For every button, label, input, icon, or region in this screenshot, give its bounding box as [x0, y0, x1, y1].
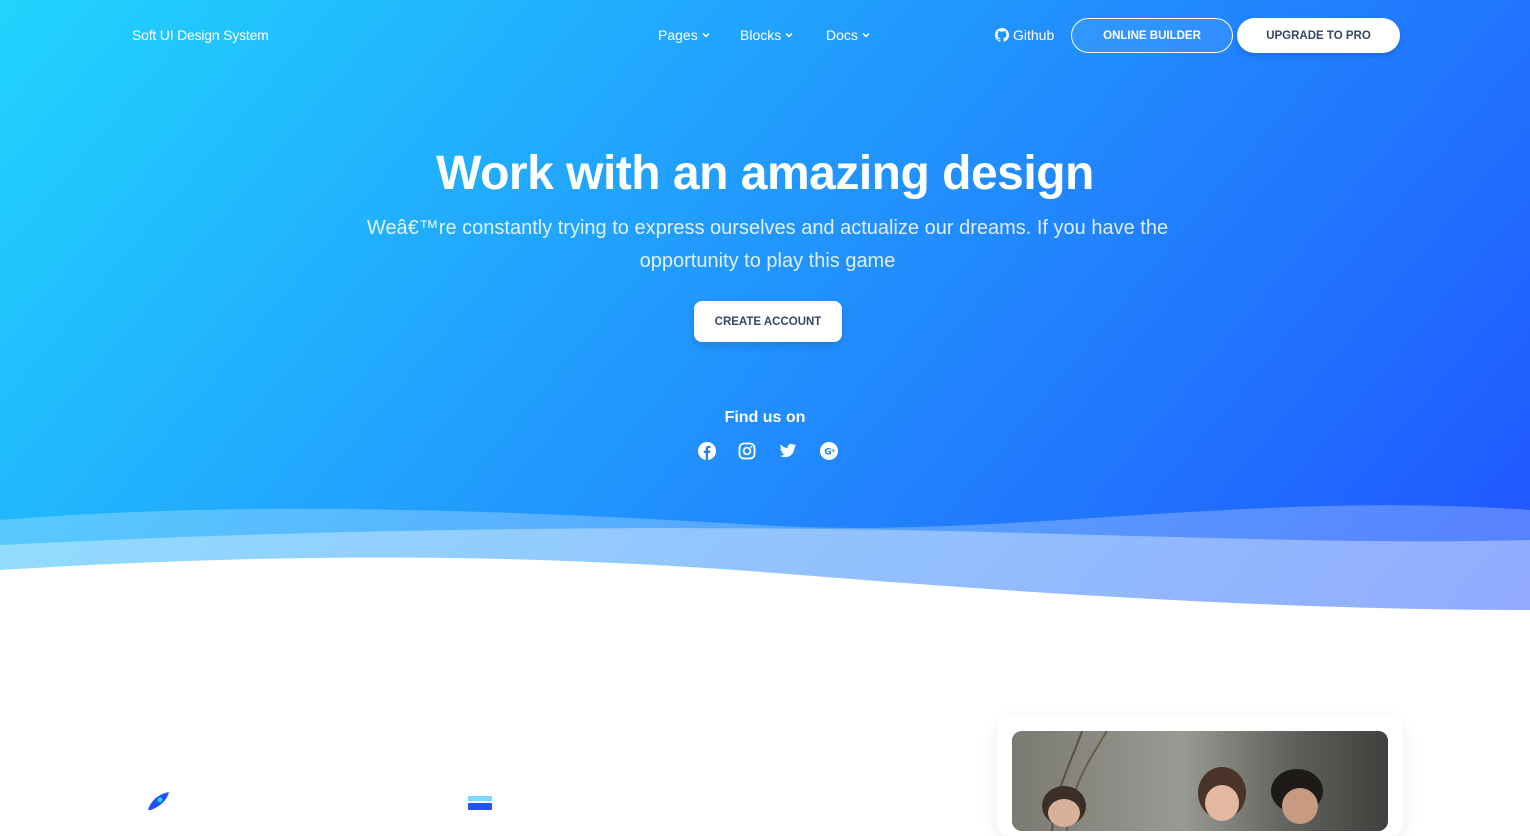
google-plus-icon[interactable]: G +	[820, 442, 838, 460]
hero-title: Work with an amazing design	[436, 147, 1094, 200]
twitter-icon[interactable]	[779, 442, 797, 460]
chevron-down-icon	[785, 32, 793, 38]
instagram-icon[interactable]	[738, 442, 756, 460]
menu-docs-label: Docs	[826, 27, 858, 43]
github-label: Github	[1013, 27, 1055, 43]
menu-pages[interactable]: Pages	[658, 27, 711, 43]
hero-subtitle: Weâ€™re constantly trying to express our…	[366, 217, 1169, 272]
upgrade-to-pro-button[interactable]: UPGRADE TO PRO	[1237, 18, 1400, 53]
menu-blocks-label: Blocks	[740, 27, 782, 43]
brand-link[interactable]: Soft UI Design System	[132, 27, 269, 43]
chevron-down-icon	[862, 32, 870, 38]
menu-docs[interactable]: Docs	[826, 27, 871, 43]
menu-pages-label: Pages	[658, 27, 698, 43]
hero-section: Soft UI Design System Pages Blocks Docs …	[0, 0, 1530, 640]
team-photo	[1012, 731, 1388, 831]
menu-blocks[interactable]: Blocks	[740, 27, 794, 43]
document-icon	[468, 796, 492, 810]
find-us-label: Find us on	[724, 409, 806, 426]
online-builder-button[interactable]: ONLINE BUILDER	[1071, 18, 1233, 53]
hero-waves	[0, 505, 1530, 640]
chevron-down-icon	[702, 32, 710, 38]
facebook-icon[interactable]	[698, 442, 716, 460]
github-icon	[995, 28, 1009, 42]
svg-text:+: +	[831, 448, 836, 455]
navbar: Soft UI Design System Pages Blocks Docs …	[0, 0, 1530, 72]
github-link[interactable]: Github	[995, 27, 1054, 43]
create-account-button[interactable]: CREATE ACCOUNT	[694, 301, 842, 342]
rocket-icon	[148, 792, 169, 810]
